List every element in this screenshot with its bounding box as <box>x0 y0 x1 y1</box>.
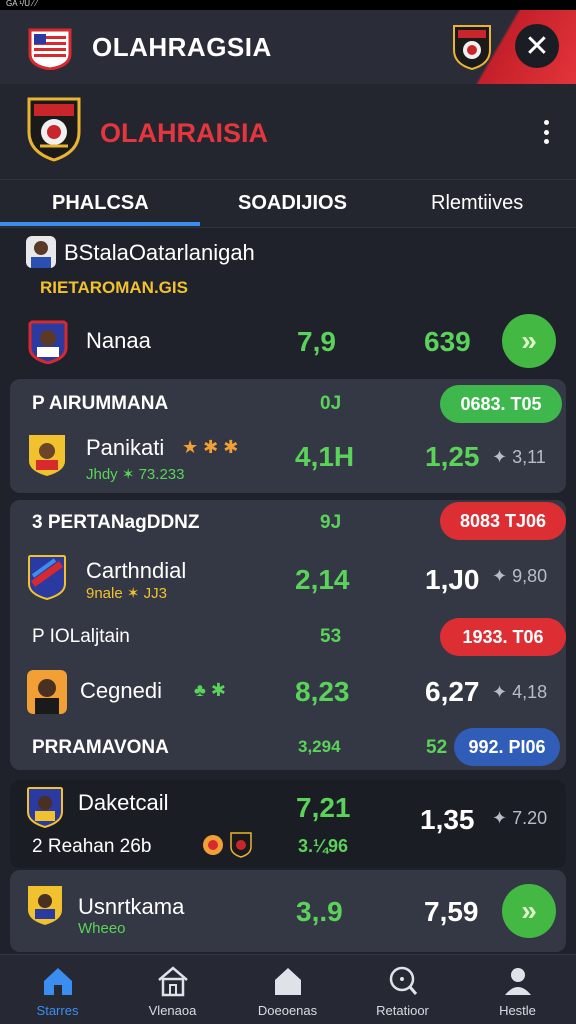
search-icon <box>389 966 417 995</box>
dark-card-player-name: Daketcail <box>78 790 169 815</box>
tab-soadijios[interactable]: SOADIJIOS <box>238 192 347 215</box>
last-card-player-name: Usnrtkama <box>78 894 185 919</box>
nav-item-doeoenas[interactable]: Doeoenas <box>230 955 345 1024</box>
club-title: OLAHRAISIA <box>100 118 268 148</box>
last-card-value-2: 7,59 <box>424 896 479 927</box>
top-app-bar: OLAHRAGSIA ✕ <box>0 10 576 84</box>
nav-label-hestle: Hestle <box>499 1003 536 1018</box>
featured-heading: BStalaOatarlanigah <box>64 240 255 265</box>
card1-extra: ✦ 3,11 <box>492 447 546 467</box>
player-avatar-daketcail <box>27 787 63 828</box>
nav-label-vlenaoa: Vlenaoa <box>148 1003 197 1018</box>
nav-item-hestle[interactable]: Hestle <box>460 955 575 1024</box>
card2-player2-value-2: 6,27 <box>425 676 480 707</box>
card2-row3-title: PRRAMAVONA <box>32 737 169 758</box>
card2-player2-icons: ♣ ✱ <box>194 680 226 700</box>
dark-card-value-2: 1,35 <box>420 804 475 835</box>
dark-card-subvalue: 3.¼96 <box>298 836 349 856</box>
featured-value-2: 639 <box>424 326 471 357</box>
card2-player2-extra: ✦ 4,18 <box>492 682 548 702</box>
tab-bar: PHALCSA SOADIJIOS Rlemtiives <box>0 180 576 228</box>
featured-section: BStalaOatarlanigah RIETAROMAN.GIS Nanaa … <box>0 228 576 376</box>
card2-player2-name: Cegnedi <box>80 678 162 703</box>
featured-value-1: 7,9 <box>297 326 336 357</box>
tab-rlemtiives[interactable]: Rlemtiives <box>431 192 523 215</box>
card2-row2-value: 53 <box>320 626 342 647</box>
card2-player-name: Carthndial <box>86 558 187 583</box>
bottom-navigation: Starres Vlenaoa Doeoenas Retatioor Hestl… <box>0 954 576 1024</box>
home-solid-icon <box>274 968 301 995</box>
card1-player-subtitle: Jhdy ✶ 73.233 <box>86 466 185 483</box>
club-crest-large-icon <box>27 97 81 162</box>
card2-value-2: 1,J0 <box>425 564 480 595</box>
match-card-2[interactable]: 3 PERTANagDDNZ 9J 8083 TJ06 Carthndial 9… <box>10 500 566 770</box>
house-outline-icon <box>157 966 188 997</box>
card1-title-value: 0J <box>320 393 342 414</box>
card2-value-1: 2,14 <box>295 564 350 595</box>
flag-logo-icon <box>28 28 72 70</box>
card2-row3-value-2: 52 <box>426 737 448 758</box>
nav-label-doeoenas: Doeoenas <box>257 1003 318 1018</box>
close-icon: ✕ <box>524 29 550 63</box>
club-header: OLAHRAISIA <box>0 84 576 180</box>
featured-go-button[interactable]: » <box>502 314 556 368</box>
profile-icon <box>504 968 531 995</box>
double-chevron-right-icon: » <box>521 895 537 926</box>
player-avatar-cegnedi <box>27 670 67 714</box>
card1-value-2: 1,25 <box>425 441 480 472</box>
more-options-button[interactable] <box>534 116 558 148</box>
dark-card-subtitle: 2 Reahan 26b <box>32 836 152 857</box>
app-title: OLAHRAGSIA <box>92 32 272 62</box>
card2-extra: ✦ 9,80 <box>492 566 548 586</box>
card2-odds-pill-2[interactable]: 1933. T06 <box>440 618 566 656</box>
card1-odds-pill[interactable]: 0683. T05 <box>440 385 562 423</box>
player-avatar-usnrtkama <box>28 886 62 925</box>
kebab-dot <box>543 139 549 144</box>
nav-item-retatioor[interactable]: Retatioor <box>345 955 460 1024</box>
kebab-dot <box>543 120 549 125</box>
card2-odds-pill-3[interactable]: 992. PI06 <box>454 728 560 766</box>
nav-item-vlenaoa[interactable]: Vlenaoa <box>115 955 230 1024</box>
last-card-go-button[interactable]: » <box>502 884 556 938</box>
card2-row3-value-1: 3,294 <box>298 737 341 756</box>
featured-player-name: Nanaa <box>86 328 151 353</box>
player-avatar-nanaa <box>28 320 68 364</box>
card1-value-1: 4,1H <box>295 441 355 472</box>
card1-title: P AIRUMMANA <box>32 393 169 414</box>
club-crest-icon <box>453 25 491 70</box>
mini-crest-icon <box>230 832 252 858</box>
featured-subheading: RIETAROMAN.GIS <box>40 278 188 297</box>
orange-ball-icon <box>203 835 223 855</box>
match-card-1[interactable]: P AIRUMMANA 0J 0683. T05 Panikati ★ ✱ ✱ … <box>10 379 566 493</box>
card2-row2-title: P IOLaljtain <box>32 626 130 647</box>
player-avatar-panikati <box>29 435 65 476</box>
match-card-last[interactable]: Usnrtkama Wheeo 3,.9 7,59 » <box>10 870 566 952</box>
kebab-dot <box>543 129 549 135</box>
card2-title-value: 9J <box>320 512 342 533</box>
dark-card-value-1: 7,21 <box>296 792 351 823</box>
player-avatar-carthndial <box>28 555 66 600</box>
status-text: GA ¹/U ⁄ ⁄ <box>6 0 38 8</box>
active-tab-indicator <box>0 222 200 226</box>
match-card-dark[interactable]: Daketcail 7,21 1,35 ✦ 7.20 2 Reahan 26b … <box>10 780 566 868</box>
nav-label-starres: Starres <box>36 1003 79 1018</box>
card2-player-subtitle: 9nale ✶ JJ3 <box>86 585 167 602</box>
card1-player-icons: ★ ✱ ✱ <box>182 437 239 457</box>
dark-card-extra: ✦ 7.20 <box>492 808 548 828</box>
nav-item-starres[interactable]: Starres <box>0 955 115 1024</box>
card2-player2-value-1: 8,23 <box>295 676 350 707</box>
card2-odds-pill[interactable]: 8083 TJ06 <box>440 502 566 540</box>
last-card-subtitle: Wheeo <box>78 920 126 937</box>
heading-avatar-icon <box>26 236 56 268</box>
card2-title: 3 PERTANagDDNZ <box>32 512 200 533</box>
close-button[interactable]: ✕ <box>515 24 559 68</box>
card1-player-name: Panikati <box>86 435 165 460</box>
tab-phalcsa[interactable]: PHALCSA <box>52 192 149 215</box>
status-bar: GA ¹/U ⁄ ⁄ <box>0 0 576 10</box>
double-chevron-right-icon: » <box>521 325 537 356</box>
nav-label-retatioor: Retatioor <box>376 1003 429 1018</box>
last-card-value-1: 3,.9 <box>296 896 343 927</box>
home-icon <box>43 968 72 995</box>
